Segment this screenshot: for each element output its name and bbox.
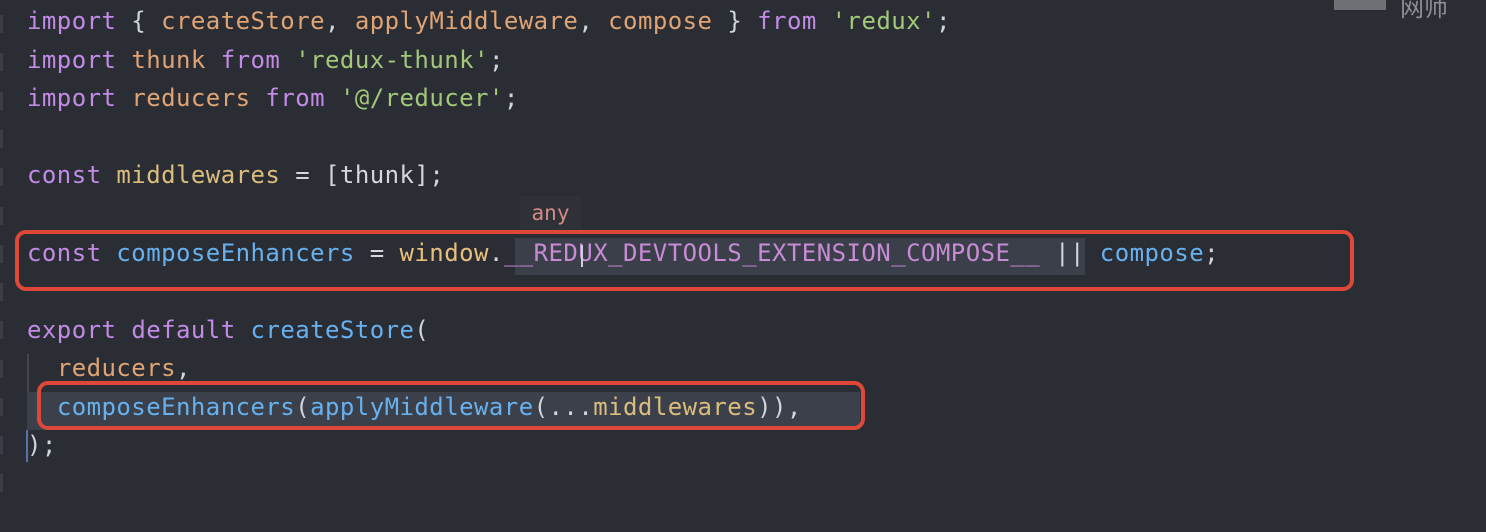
gutter-marker bbox=[0, 15, 3, 33]
code-token: applyMiddleware bbox=[354, 7, 579, 35]
highlight-box-compose-enhancers bbox=[15, 230, 1354, 291]
code-token: ; bbox=[503, 84, 519, 112]
code-token: ); bbox=[27, 431, 57, 459]
code-token: '@/reducer' bbox=[339, 84, 504, 112]
code-token: from bbox=[220, 46, 281, 74]
code-token: reducers bbox=[131, 84, 251, 112]
code-token: from bbox=[265, 84, 326, 112]
code-token: = bbox=[280, 161, 326, 189]
code-token: , bbox=[578, 7, 609, 35]
code-token: reducers bbox=[56, 354, 177, 382]
code-token: createStore bbox=[161, 7, 326, 35]
code-line[interactable]: const middlewares = [thunk]; bbox=[27, 156, 444, 194]
gutter-marker bbox=[0, 168, 3, 186]
code-token: import bbox=[27, 84, 117, 112]
gutter-marker bbox=[0, 321, 3, 339]
code-line[interactable]: export default createStore( bbox=[27, 311, 429, 349]
code-token: import bbox=[27, 46, 117, 74]
code-token: export bbox=[27, 316, 117, 344]
code-token: } bbox=[712, 7, 758, 35]
code-token: [thunk] bbox=[325, 161, 430, 189]
code-token: default bbox=[131, 316, 236, 344]
code-token: ( bbox=[414, 316, 430, 344]
code-token: from bbox=[757, 7, 817, 35]
caret-guide bbox=[26, 430, 28, 462]
code-token: import bbox=[27, 7, 117, 35]
code-token: const bbox=[27, 161, 102, 189]
code-token: , bbox=[325, 7, 355, 35]
code-line[interactable]: ); bbox=[27, 426, 57, 464]
code-token: 'redux-thunk' bbox=[295, 46, 489, 74]
code-editor[interactable]: import { createStore, applyMiddleware, c… bbox=[0, 0, 1486, 532]
code-token: middlewares bbox=[116, 161, 281, 189]
gutter-marker bbox=[0, 436, 3, 454]
gutter-marker bbox=[0, 207, 3, 225]
code-token: ; bbox=[935, 7, 951, 35]
highlight-box-apply-middleware bbox=[37, 381, 865, 430]
code-line[interactable]: import reducers from '@/reducer'; bbox=[27, 79, 519, 117]
corner-icon bbox=[1334, 0, 1386, 10]
code-token: thunk bbox=[131, 46, 206, 74]
gutter-marker bbox=[0, 360, 3, 378]
code-token: ; bbox=[488, 46, 504, 74]
code-line[interactable]: import thunk from 'redux-thunk'; bbox=[27, 41, 504, 79]
gutter-marker bbox=[0, 474, 3, 492]
gutter-marker bbox=[0, 130, 3, 148]
code-token: { bbox=[116, 7, 162, 35]
code-token: ; bbox=[429, 161, 445, 189]
gutter-marker bbox=[0, 245, 3, 263]
code-token: compose bbox=[608, 7, 713, 35]
code-line[interactable]: import { createStore, applyMiddleware, c… bbox=[27, 2, 951, 40]
gutter-marker bbox=[0, 53, 3, 71]
code-token: , bbox=[176, 354, 191, 382]
code-token: 'redux' bbox=[831, 7, 936, 35]
gutter-marker bbox=[0, 398, 3, 416]
code-token: createStore bbox=[250, 316, 415, 344]
gutter-marker bbox=[0, 283, 3, 301]
gutter-marker bbox=[0, 92, 3, 110]
type-hint-tooltip: any bbox=[520, 196, 581, 230]
corner-text: 网师 bbox=[1400, 0, 1448, 22]
